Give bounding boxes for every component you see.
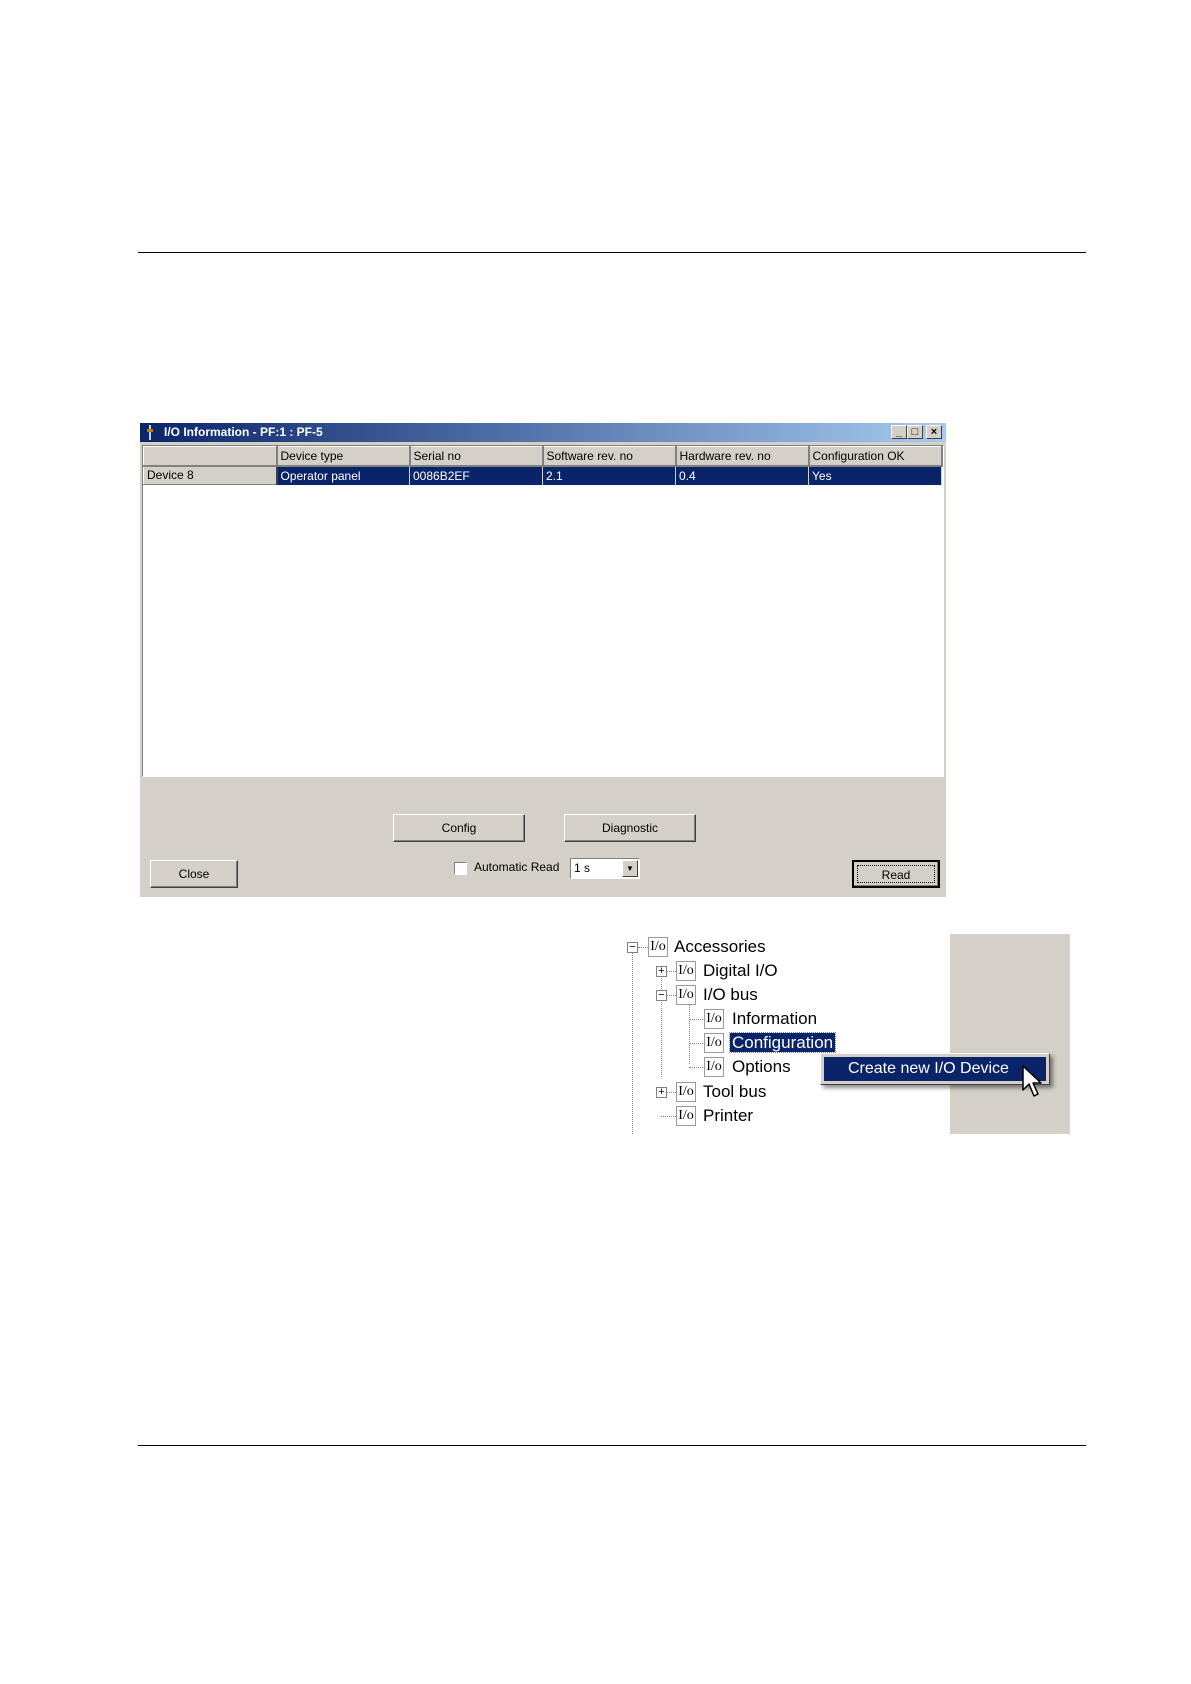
accessories-tree: − I/o Accessories + I/o Digital I/O − I/…	[620, 934, 1070, 1134]
column-header-configuration-ok[interactable]: Configuration OK	[808, 446, 943, 467]
tree-item-io-bus[interactable]: I/O bus	[703, 984, 758, 1006]
top-rule	[138, 252, 1086, 253]
bottom-rule	[138, 1445, 1086, 1446]
tree-item-options[interactable]: Options	[732, 1056, 791, 1078]
io-icon: I/o	[704, 1057, 724, 1077]
cell-hardware-rev[interactable]: 0.4	[675, 465, 809, 485]
tree-line	[666, 1092, 676, 1093]
automatic-read-checkbox[interactable]	[454, 862, 467, 875]
io-icon: I/o	[704, 1033, 724, 1053]
automatic-read-label: Automatic Read	[474, 860, 560, 874]
read-button[interactable]: Read	[852, 860, 940, 888]
io-information-window: I/O Information - PF:1 : PF-5 _ □ × Devi…	[140, 423, 946, 897]
table-header-row: Device type Serial no Software rev. no H…	[143, 446, 943, 467]
interval-value: 1 s	[574, 861, 591, 875]
tree-line	[661, 971, 662, 1077]
maximize-button[interactable]: □	[907, 425, 923, 439]
io-icon: I/o	[676, 1082, 696, 1102]
context-menu: Create new I/O Device	[820, 1053, 1050, 1085]
chevron-down-icon[interactable]: ▼	[622, 860, 638, 877]
window-title: I/O Information - PF:1 : PF-5	[164, 425, 323, 439]
diagnostic-button[interactable]: Diagnostic	[564, 814, 696, 842]
device-grid[interactable]: Device type Serial no Software rev. no H…	[142, 445, 944, 777]
menu-item-create-new-io-device[interactable]: Create new I/O Device	[824, 1057, 1046, 1081]
io-icon: I/o	[676, 985, 696, 1005]
collapse-icon[interactable]: −	[656, 990, 667, 1001]
collapse-icon[interactable]: −	[627, 942, 638, 953]
cell-configuration-ok[interactable]: Yes	[808, 465, 942, 485]
tree-side-pane	[950, 934, 1070, 1134]
expand-icon[interactable]: +	[656, 1087, 667, 1098]
column-header-serial-no[interactable]: Serial no	[409, 446, 544, 467]
tree-line	[689, 1067, 703, 1068]
tree-line	[661, 1116, 676, 1117]
tree-item-information[interactable]: Information	[732, 1008, 817, 1030]
config-button[interactable]: Config	[393, 814, 525, 842]
mouse-cursor-icon	[1022, 1065, 1042, 1097]
tree-item-configuration-label: Configuration	[728, 1032, 837, 1053]
tree-item-tool-bus[interactable]: Tool bus	[703, 1081, 766, 1103]
close-window-button[interactable]: ×	[926, 425, 942, 439]
expand-icon[interactable]: +	[656, 966, 667, 977]
tree-line	[632, 949, 633, 1134]
app-icon	[147, 425, 153, 440]
column-header-hardware-rev[interactable]: Hardware rev. no	[675, 446, 810, 467]
tree-line	[689, 1019, 703, 1020]
cell-device-type[interactable]: Operator panel	[276, 465, 410, 485]
tree-line	[689, 1004, 690, 1064]
tree-line	[666, 971, 676, 972]
tree-item-digital-io[interactable]: Digital I/O	[703, 960, 778, 982]
row-header[interactable]: Device 8	[143, 465, 278, 485]
device-table: Device type Serial no Software rev. no H…	[143, 446, 943, 485]
column-header-corner	[143, 446, 278, 467]
title-bar[interactable]: I/O Information - PF:1 : PF-5 _ □ ×	[140, 423, 946, 442]
tree-item-accessories[interactable]: Accessories	[674, 936, 766, 958]
tree-item-configuration[interactable]: Configuration	[728, 1032, 837, 1054]
io-icon: I/o	[676, 961, 696, 981]
tree-line	[689, 1043, 703, 1044]
read-button-label: Read	[857, 865, 935, 883]
io-icon: I/o	[676, 1106, 696, 1126]
tree-line	[666, 995, 676, 996]
tree-line	[638, 947, 648, 948]
io-icon: I/o	[704, 1009, 724, 1029]
cell-serial-no[interactable]: 0086B2EF	[409, 465, 543, 485]
table-row[interactable]: Device 8 Operator panel 0086B2EF 2.1 0.4…	[143, 465, 942, 485]
column-header-device-type[interactable]: Device type	[276, 446, 411, 467]
tree-item-printer[interactable]: Printer	[703, 1105, 753, 1127]
interval-select[interactable]: 1 s ▼	[570, 858, 640, 879]
column-header-software-rev[interactable]: Software rev. no	[542, 446, 677, 467]
minimize-button[interactable]: _	[891, 425, 907, 439]
io-icon: I/o	[648, 937, 668, 957]
close-button[interactable]: Close	[150, 860, 238, 888]
cell-software-rev[interactable]: 2.1	[542, 465, 676, 485]
